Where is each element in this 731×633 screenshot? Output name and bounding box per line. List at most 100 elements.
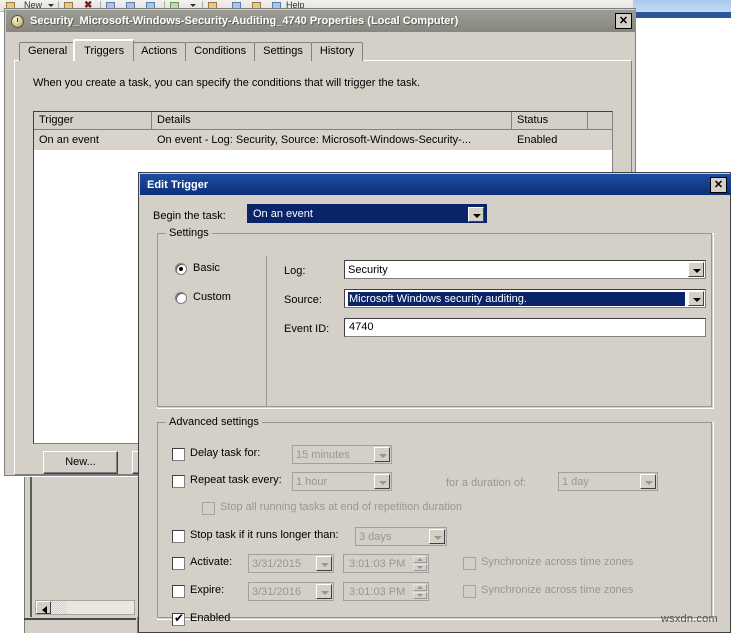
- scroll-left-button[interactable]: [36, 601, 51, 614]
- edit-trigger-dialog: Edit Trigger ✕ Begin the task: On an eve…: [138, 172, 731, 633]
- checkbox-activate-sync-indicator: [463, 557, 476, 570]
- listview-header: Trigger Details Status: [34, 112, 612, 130]
- chevron-down-icon[interactable]: [640, 474, 656, 489]
- radio-custom-label: Custom: [193, 291, 231, 303]
- log-value: Security: [348, 263, 685, 277]
- checkbox-enabled-indicator: [172, 613, 185, 626]
- new-button[interactable]: New...: [43, 451, 118, 474]
- checkbox-stop-if-longer-label: Stop task if it runs longer than:: [190, 529, 339, 541]
- screen-root: ✕ New ✖ Help Security_Microsoft-Windows-…: [0, 0, 731, 633]
- toolbar-view-dropdown-arrow[interactable]: [190, 4, 196, 7]
- triggers-description: When you create a task, you can specify …: [33, 77, 420, 89]
- expire-date-picker[interactable]: 3/31/2016: [248, 582, 334, 601]
- chevron-left-icon: [42, 606, 47, 614]
- checkbox-delay-task-label: Delay task for:: [190, 447, 260, 459]
- column-header-details[interactable]: Details: [152, 112, 512, 130]
- checkbox-stop-all-running-label: Stop all running tasks at end of repetit…: [220, 501, 462, 513]
- checkbox-expire-sync-indicator: [463, 585, 476, 598]
- cell-details: On event - Log: Security, Source: Micros…: [152, 130, 512, 150]
- tab-conditions[interactable]: Conditions: [185, 42, 255, 61]
- radio-basic-indicator: [175, 263, 187, 275]
- source-value: Microsoft Windows security auditing.: [348, 292, 685, 306]
- begin-task-combobox[interactable]: On an event: [247, 204, 487, 223]
- settings-groupbox: Settings Basic Custom Log: Security Sour…: [157, 233, 714, 409]
- chevron-down-icon[interactable]: [374, 447, 390, 462]
- column-header-status[interactable]: Status: [512, 112, 588, 130]
- cell-trigger: On an event: [34, 130, 152, 150]
- background-left-pane-inner: [30, 477, 138, 617]
- log-combobox[interactable]: Security: [344, 260, 706, 279]
- chevron-down-icon[interactable]: [316, 556, 332, 571]
- expire-date-value: 3/31/2016: [252, 585, 313, 599]
- horizontal-scrollbar[interactable]: [35, 600, 135, 615]
- properties-titlebar[interactable]: Security_Microsoft-Windows-Security-Audi…: [6, 10, 636, 32]
- tab-settings[interactable]: Settings: [254, 42, 312, 61]
- cell-status: Enabled: [512, 130, 588, 150]
- chevron-down-icon[interactable]: [374, 474, 390, 489]
- spinner-down-icon[interactable]: [413, 564, 427, 571]
- tab-general[interactable]: General: [19, 42, 76, 61]
- source-combobox[interactable]: Microsoft Windows security auditing.: [344, 289, 706, 308]
- table-row[interactable]: On an event On event - Log: Security, So…: [34, 130, 612, 150]
- tab-actions[interactable]: Actions: [132, 42, 186, 61]
- properties-window-title: Security_Microsoft-Windows-Security-Audi…: [30, 15, 458, 27]
- advanced-group-title: Advanced settings: [166, 416, 262, 428]
- repeat-task-combobox[interactable]: 1 hour: [292, 472, 392, 491]
- background-pane-bottom-border: [24, 618, 136, 620]
- column-header-trigger[interactable]: Trigger: [34, 112, 152, 130]
- activate-date-value: 3/31/2015: [252, 557, 313, 571]
- stop-if-longer-value: 3 days: [359, 530, 426, 544]
- checkbox-expire-indicator: [172, 585, 185, 598]
- activate-time-value: 3:01:03 PM: [349, 557, 405, 571]
- checkbox-repeat-task-indicator: [172, 475, 185, 488]
- advanced-settings-groupbox: Advanced settings Delay task for: 15 min…: [157, 422, 714, 620]
- chevron-down-icon[interactable]: [316, 584, 332, 599]
- delay-task-value: 15 minutes: [296, 448, 371, 462]
- checkbox-activate-label: Activate:: [190, 556, 232, 568]
- delay-task-combobox[interactable]: 15 minutes: [292, 445, 392, 464]
- chevron-down-icon[interactable]: [468, 207, 484, 222]
- duration-combobox[interactable]: 1 day: [558, 472, 658, 491]
- event-id-label: Event ID:: [284, 323, 329, 335]
- checkbox-enabled-label: Enabled: [190, 612, 230, 624]
- checkbox-expire-sync-label: Synchronize across time zones: [481, 584, 633, 596]
- chevron-down-icon[interactable]: [429, 529, 445, 544]
- source-label: Source:: [284, 294, 322, 306]
- checkbox-expire-label: Expire:: [190, 584, 224, 596]
- tab-triggers[interactable]: Triggers: [73, 39, 134, 61]
- close-icon[interactable]: ✕: [615, 13, 632, 29]
- activate-date-picker[interactable]: 3/31/2015: [248, 554, 334, 573]
- activate-time-spinner[interactable]: 3:01:03 PM: [343, 554, 429, 573]
- duration-value: 1 day: [562, 475, 637, 489]
- toolbar-new-dropdown-arrow[interactable]: [48, 4, 54, 7]
- begin-task-label: Begin the task:: [153, 210, 226, 222]
- edit-trigger-title: Edit Trigger: [147, 179, 208, 191]
- spinner-up-icon[interactable]: [413, 556, 427, 563]
- radio-custom-indicator: [175, 292, 187, 304]
- begin-task-value: On an event: [253, 207, 465, 221]
- chevron-down-icon[interactable]: [688, 291, 704, 306]
- event-id-input[interactable]: 4740: [344, 318, 706, 337]
- close-icon[interactable]: ✕: [710, 177, 727, 193]
- spinner-down-icon[interactable]: [413, 592, 427, 599]
- column-header-spacer: [588, 112, 612, 130]
- clock-icon: [11, 15, 24, 28]
- edit-trigger-titlebar[interactable]: Edit Trigger ✕: [140, 174, 731, 195]
- radio-basic-label: Basic: [193, 262, 220, 274]
- scrollbar-thumb[interactable]: [51, 601, 67, 614]
- chevron-down-icon[interactable]: [688, 262, 704, 277]
- log-label: Log:: [284, 265, 305, 277]
- duration-label: for a duration of:: [446, 477, 526, 489]
- checkbox-activate-indicator: [172, 557, 185, 570]
- stop-if-longer-combobox[interactable]: 3 days: [355, 527, 447, 546]
- expire-time-spinner[interactable]: 3:01:03 PM: [343, 582, 429, 601]
- settings-vertical-divider: [266, 256, 267, 406]
- checkbox-stop-if-longer-indicator: [172, 530, 185, 543]
- spinner-up-icon[interactable]: [413, 584, 427, 591]
- checkbox-stop-all-running-indicator: [202, 502, 215, 515]
- tab-history[interactable]: History: [311, 42, 363, 61]
- checkbox-repeat-task-label: Repeat task every:: [190, 474, 282, 486]
- checkbox-delay-task-indicator: [172, 448, 185, 461]
- settings-group-title: Settings: [166, 227, 212, 239]
- properties-tabstrip[interactable]: General Triggers Actions Conditions Sett…: [19, 39, 362, 61]
